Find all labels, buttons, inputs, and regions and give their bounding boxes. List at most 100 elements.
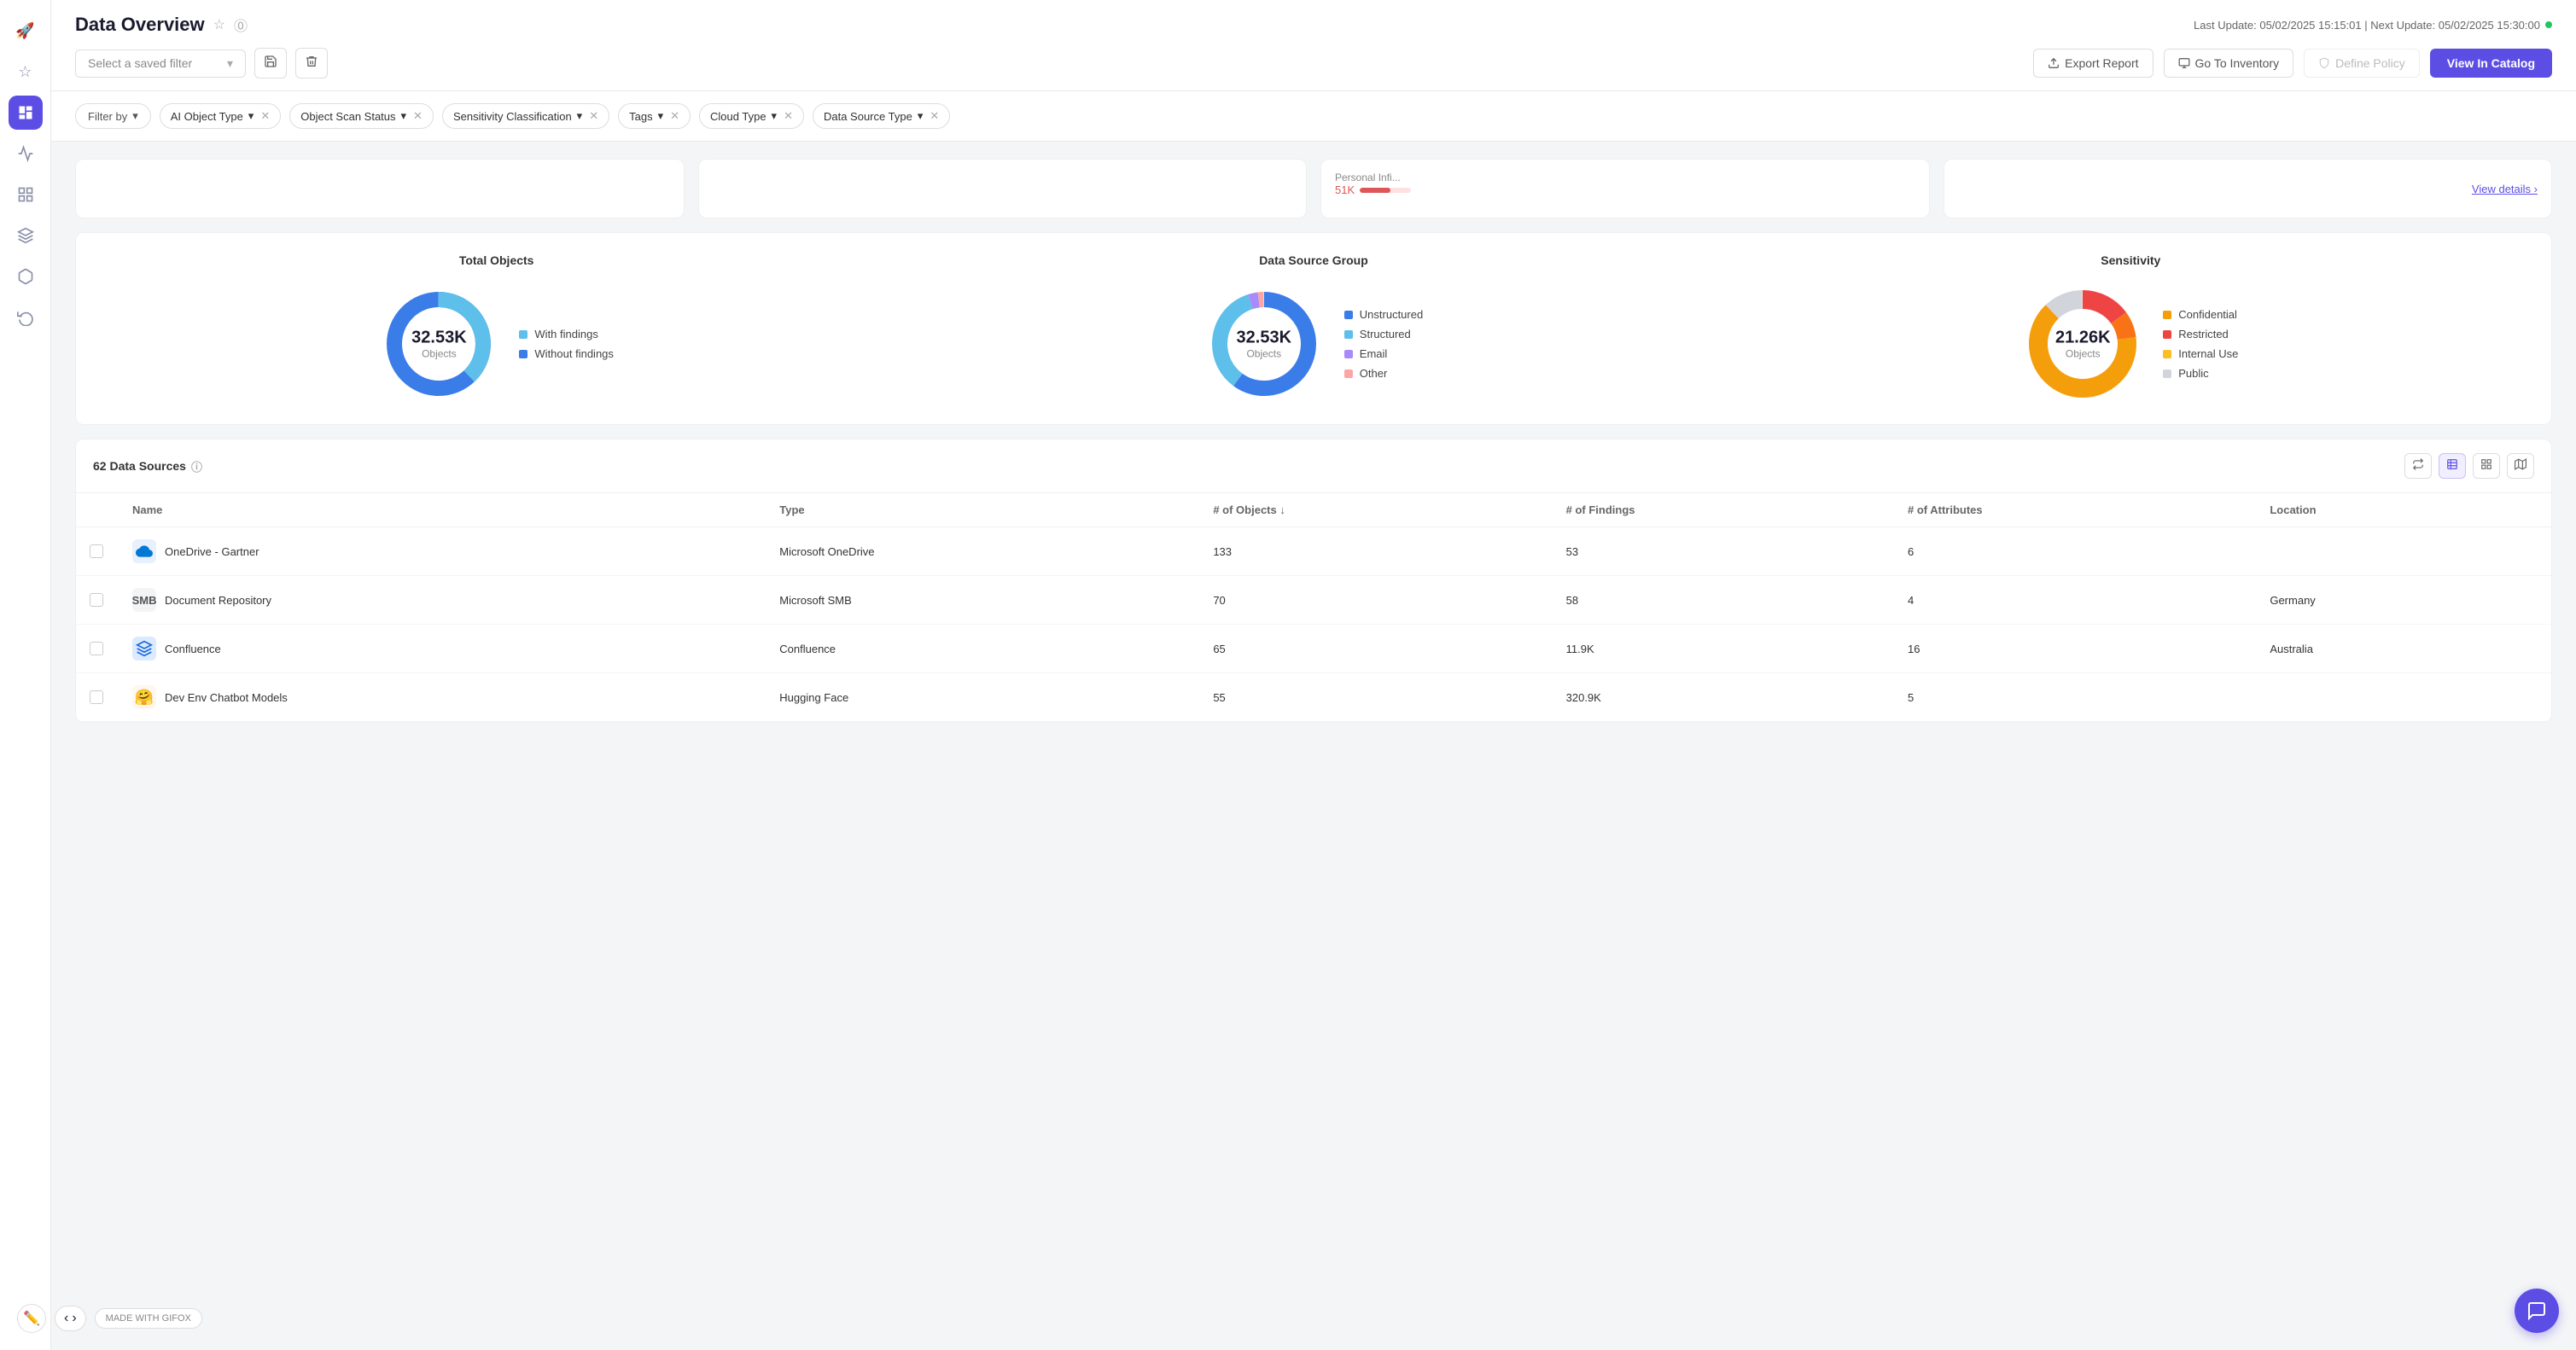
legend-without-findings: Without findings xyxy=(519,347,614,360)
col-name[interactable]: Name xyxy=(119,493,766,527)
row-attributes-cell: 6 xyxy=(1894,527,2256,576)
filter-chip-data-source-type[interactable]: Data Source Type ▾ ✕ xyxy=(813,103,950,129)
sidebar-item-dashboard[interactable] xyxy=(9,96,43,130)
total-objects-title: Total Objects xyxy=(459,253,534,267)
sidebar-item-launch[interactable]: 🚀 xyxy=(9,14,43,48)
chevron-down-icon: ▾ xyxy=(248,109,254,123)
legend-with-findings: With findings xyxy=(519,328,614,340)
card-view-button[interactable] xyxy=(2473,453,2500,479)
filter-chip-object-scan-status[interactable]: Object Scan Status ▾ ✕ xyxy=(289,103,434,129)
row-location-cell xyxy=(2256,527,2517,576)
datasource-icon: SMB xyxy=(132,588,156,612)
sidebar-item-catalog[interactable] xyxy=(9,259,43,294)
row-type-cell: Hugging Face xyxy=(766,673,1199,722)
row-location-cell xyxy=(2256,673,2517,722)
edit-button[interactable]: ✏️ xyxy=(17,1304,46,1333)
filter-chip-tags[interactable]: Tags ▾ ✕ xyxy=(618,103,691,129)
chevron-down-icon: ▾ xyxy=(227,56,233,71)
datasource-name: Document Repository xyxy=(165,594,271,607)
row-name-cell: Confluence xyxy=(119,625,766,673)
legend-dot xyxy=(2163,330,2171,339)
sidebar-item-activity[interactable] xyxy=(9,137,43,171)
nav-right-icon[interactable]: › xyxy=(72,1311,76,1326)
row-checkbox[interactable] xyxy=(90,690,103,704)
row-name-cell: OneDrive - Gartner xyxy=(119,527,766,576)
sensitivity-donut: 21.26K Objects xyxy=(2023,284,2142,404)
save-filter-button[interactable] xyxy=(254,48,287,79)
chat-button[interactable] xyxy=(2515,1289,2559,1333)
col-location[interactable]: Location xyxy=(2256,493,2517,527)
total-objects-value: 32.53K xyxy=(411,329,467,348)
remove-filter-sensitivity[interactable]: ✕ xyxy=(589,109,598,123)
legend-dot xyxy=(1344,350,1353,358)
view-in-catalog-button[interactable]: View In Catalog xyxy=(2430,49,2552,78)
remove-filter-cloud-type[interactable]: ✕ xyxy=(784,109,793,123)
export-table-button[interactable] xyxy=(2404,453,2432,479)
remove-filter-scan-status[interactable]: ✕ xyxy=(413,109,423,123)
filter-by-button[interactable]: Filter by ▾ xyxy=(75,103,151,129)
data-source-group-chart: Data Source Group xyxy=(913,253,1713,404)
remove-filter-tags[interactable]: ✕ xyxy=(670,109,679,123)
data-sources-title: 62 Data Sources ⓘ xyxy=(93,458,202,474)
row-checkbox-cell xyxy=(76,527,119,576)
view-details-link[interactable]: View details › xyxy=(2472,183,2538,195)
sidebar-item-sync[interactable] xyxy=(9,300,43,335)
charts-section: Total Objects 32.53K Objects xyxy=(75,232,2552,425)
row-actions-cell xyxy=(2517,625,2551,673)
legend-dot xyxy=(2163,311,2171,319)
go-to-inventory-button[interactable]: Go To Inventory xyxy=(2164,49,2294,78)
col-objects[interactable]: # of Objects ↓ xyxy=(1199,493,1552,527)
remove-filter-ai-object-type[interactable]: ✕ xyxy=(260,109,270,123)
filter-chip-sensitivity[interactable]: Sensitivity Classification ▾ ✕ xyxy=(442,103,609,129)
partial-card-1 xyxy=(75,159,685,218)
map-view-button[interactable] xyxy=(2507,453,2534,479)
define-policy-button[interactable]: Define Policy xyxy=(2304,49,2420,78)
datasource-name: Confluence xyxy=(165,643,221,655)
delete-filter-button[interactable] xyxy=(295,48,328,79)
data-source-group-donut: 32.53K Objects xyxy=(1204,284,1324,404)
chevron-down-icon: ▾ xyxy=(577,109,583,123)
nav-arrows[interactable]: ‹ › xyxy=(55,1306,86,1331)
legend-dot xyxy=(2163,350,2171,358)
sidebar-item-star[interactable]: ☆ xyxy=(9,55,43,89)
total-objects-chart: Total Objects 32.53K Objects xyxy=(96,253,896,404)
table-row: 🤗 Dev Env Chatbot Models Hugging Face 55… xyxy=(76,673,2551,722)
datasource-icon xyxy=(132,539,156,563)
row-checkbox-cell xyxy=(76,576,119,625)
update-info: Last Update: 05/02/2025 15:15:01 | Next … xyxy=(2194,19,2552,32)
help-button[interactable]: ⓪ xyxy=(234,15,248,35)
legend-dot xyxy=(1344,330,1353,339)
row-name-cell: 🤗 Dev Env Chatbot Models xyxy=(119,673,766,722)
page-title: Data Overview xyxy=(75,14,205,36)
total-objects-donut: 32.53K Objects xyxy=(379,284,498,404)
favorite-button[interactable]: ☆ xyxy=(213,16,225,33)
remove-filter-data-source-type[interactable]: ✕ xyxy=(930,109,939,123)
row-actions-cell xyxy=(2517,673,2551,722)
filter-chip-cloud-type[interactable]: Cloud Type ▾ ✕ xyxy=(699,103,804,129)
data-source-group-title: Data Source Group xyxy=(1259,253,1368,267)
dsg-value: 32.53K xyxy=(1237,329,1292,348)
legend-dot xyxy=(1344,370,1353,378)
sidebar-item-reports[interactable] xyxy=(9,177,43,212)
filter-chip-ai-object-type[interactable]: AI Object Type ▾ ✕ xyxy=(160,103,281,129)
toolbar: Select a saved filter ▾ Export Report Go xyxy=(75,48,2552,90)
row-findings-cell: 58 xyxy=(1553,576,1894,625)
row-checkbox[interactable] xyxy=(90,544,103,558)
saved-filter-dropdown[interactable]: Select a saved filter ▾ xyxy=(75,49,246,78)
table-view-button[interactable] xyxy=(2439,453,2466,479)
row-checkbox[interactable] xyxy=(90,642,103,655)
legend-dot xyxy=(519,330,527,339)
col-attributes[interactable]: # of Attributes xyxy=(1894,493,2256,527)
row-attributes-cell: 5 xyxy=(1894,673,2256,722)
col-type[interactable]: Type xyxy=(766,493,1199,527)
row-objects-cell: 65 xyxy=(1199,625,1552,673)
info-icon: ⓘ xyxy=(191,458,202,474)
nav-left-icon[interactable]: ‹ xyxy=(64,1311,68,1326)
col-actions xyxy=(2517,493,2551,527)
row-checkbox[interactable] xyxy=(90,593,103,607)
sensitivity-legend: Confidential Restricted Internal Use xyxy=(2163,308,2238,380)
sidebar: 🚀 ☆ xyxy=(0,0,51,1350)
col-findings[interactable]: # of Findings xyxy=(1553,493,1894,527)
sidebar-item-insights[interactable] xyxy=(9,218,43,253)
export-report-button[interactable]: Export Report xyxy=(2033,49,2153,78)
